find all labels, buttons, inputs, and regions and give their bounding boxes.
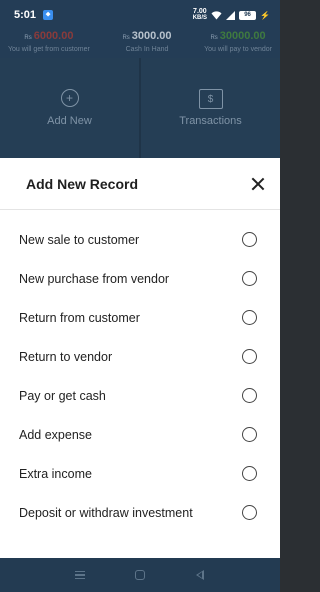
currency-label: Rs bbox=[122, 35, 130, 41]
signal-icon bbox=[226, 10, 236, 20]
menu-icon bbox=[75, 571, 85, 579]
option-return-to-vendor[interactable]: Return to vendor bbox=[0, 337, 280, 376]
home-icon bbox=[135, 570, 145, 580]
add-new-label: Add New bbox=[47, 115, 92, 127]
option-deposit-withdraw-investment[interactable]: Deposit or withdraw investment bbox=[0, 493, 280, 532]
radio-button[interactable] bbox=[242, 466, 257, 481]
option-new-purchase[interactable]: New purchase from vendor bbox=[0, 259, 280, 298]
add-record-sheet: Add New Record New sale to customer New … bbox=[0, 158, 280, 558]
radio-button[interactable] bbox=[242, 232, 257, 247]
receivable-label: You will get from customer bbox=[8, 46, 90, 53]
payable-label: You will pay to vendor bbox=[204, 46, 272, 53]
option-return-from-customer[interactable]: Return from customer bbox=[0, 298, 280, 337]
option-label: Add expense bbox=[19, 427, 92, 442]
currency-label: Rs bbox=[24, 35, 32, 41]
option-pay-or-get-cash[interactable]: Pay or get cash bbox=[0, 376, 280, 415]
net-speed-unit: KB/S bbox=[192, 15, 208, 21]
option-extra-income[interactable]: Extra income bbox=[0, 454, 280, 493]
summary-receivable: Rs 6000.00 You will get from customer bbox=[8, 30, 90, 58]
payable-amount: 30000.00 bbox=[219, 30, 266, 42]
status-indicators: 7.00 KB/S 96 ⚡ bbox=[192, 8, 270, 21]
status-bar: 5:01 ⬥ 7.00 KB/S 96 ⚡ bbox=[0, 0, 280, 30]
transactions-label: Transactions bbox=[179, 115, 242, 127]
radio-button[interactable] bbox=[242, 349, 257, 364]
option-label: Pay or get cash bbox=[19, 388, 106, 403]
summary-payable: Rs 30000.00 You will pay to vendor bbox=[204, 30, 272, 58]
battery-icon: 96 bbox=[239, 10, 257, 20]
system-nav-bar bbox=[0, 558, 280, 592]
transactions-tile[interactable]: $ Transactions bbox=[141, 58, 280, 158]
option-label: Deposit or withdraw investment bbox=[19, 505, 193, 520]
radio-button[interactable] bbox=[242, 388, 257, 403]
summary-cash: Rs 3000.00 Cash In Hand bbox=[122, 30, 171, 58]
back-button[interactable] bbox=[190, 565, 210, 585]
currency-label: Rs bbox=[210, 35, 218, 41]
option-label: New purchase from vendor bbox=[19, 271, 170, 286]
option-new-sale[interactable]: New sale to customer bbox=[0, 220, 280, 259]
close-icon[interactable] bbox=[248, 174, 268, 194]
home-button[interactable] bbox=[130, 565, 150, 585]
balance-summary: Rs 6000.00 You will get from customer Rs 3… bbox=[0, 30, 280, 58]
plus-circle-icon: + bbox=[60, 89, 79, 107]
app-notification-icon: ⬥ bbox=[43, 10, 54, 20]
radio-button[interactable] bbox=[242, 505, 257, 520]
status-time: 5:01 bbox=[14, 9, 37, 21]
record-type-options: New sale to customer New purchase from v… bbox=[0, 210, 280, 532]
cash-label: Cash In Hand bbox=[125, 46, 169, 53]
back-icon bbox=[195, 570, 205, 580]
transactions-icon: $ bbox=[198, 89, 223, 109]
option-label: Return from customer bbox=[19, 310, 140, 325]
radio-button[interactable] bbox=[242, 271, 257, 286]
action-tiles: + Add New $ Transactions bbox=[0, 58, 280, 158]
sheet-header: Add New Record bbox=[0, 158, 280, 210]
radio-button[interactable] bbox=[242, 310, 257, 325]
cash-amount: 3000.00 bbox=[131, 30, 172, 42]
add-new-tile[interactable]: + Add New bbox=[0, 58, 139, 158]
charging-icon: ⚡ bbox=[260, 10, 270, 20]
receivable-amount: 6000.00 bbox=[33, 30, 74, 42]
radio-button[interactable] bbox=[242, 427, 257, 442]
option-add-expense[interactable]: Add expense bbox=[0, 415, 280, 454]
sheet-title: Add New Record bbox=[26, 175, 139, 192]
recent-apps-button[interactable] bbox=[70, 565, 90, 585]
option-label: Return to vendor bbox=[19, 349, 113, 364]
option-label: Extra income bbox=[19, 466, 92, 481]
network-speed: 7.00 KB/S bbox=[192, 8, 208, 21]
wifi-icon bbox=[211, 10, 222, 19]
option-label: New sale to customer bbox=[19, 232, 140, 247]
